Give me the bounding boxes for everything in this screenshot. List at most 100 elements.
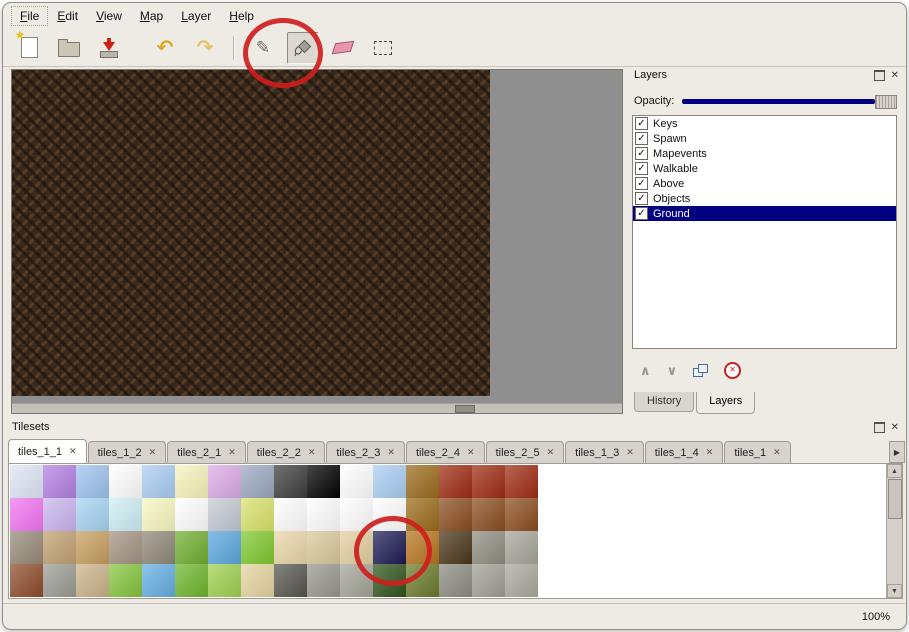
- tile-3-13[interactable]: [439, 564, 472, 597]
- tile-3-14[interactable]: [472, 564, 505, 597]
- tile-1-3[interactable]: [109, 498, 142, 531]
- tile-3-8[interactable]: [274, 564, 307, 597]
- tab-close-icon[interactable]: ✕: [228, 448, 236, 457]
- tileset-tab-tiles_1_4[interactable]: tiles_1_4✕: [645, 441, 724, 463]
- tile-3-10[interactable]: [340, 564, 373, 597]
- tile-3-5[interactable]: [175, 564, 208, 597]
- tile-1-11[interactable]: [373, 498, 406, 531]
- layer-visibility-checkbox[interactable]: ✓: [635, 117, 648, 130]
- tileset-tab-tiles_1_2[interactable]: tiles_1_2✕: [88, 441, 167, 463]
- tile-0-1[interactable]: [43, 465, 76, 498]
- tile-1-6[interactable]: [208, 498, 241, 531]
- layer-visibility-checkbox[interactable]: ✓: [635, 132, 648, 145]
- layer-row-mapevents[interactable]: ✓Mapevents: [633, 146, 896, 161]
- layer-row-above[interactable]: ✓Above: [633, 176, 896, 191]
- tileset-tab-tiles_2_4[interactable]: tiles_2_4✕: [406, 441, 485, 463]
- tile-3-15[interactable]: [505, 564, 538, 597]
- float-panel-icon[interactable]: [874, 422, 885, 433]
- tileset-tab-tiles_2_1[interactable]: tiles_2_1✕: [167, 441, 246, 463]
- menu-map[interactable]: Map: [131, 6, 172, 26]
- tile-2-11[interactable]: [373, 531, 406, 564]
- layer-row-spawn[interactable]: ✓Spawn: [633, 131, 896, 146]
- tab-close-icon[interactable]: ✕: [69, 447, 77, 456]
- tileset-tab-tiles_2_5[interactable]: tiles_2_5✕: [486, 441, 565, 463]
- layer-visibility-checkbox[interactable]: ✓: [635, 207, 648, 220]
- tile-1-1[interactable]: [43, 498, 76, 531]
- tile-1-5[interactable]: [175, 498, 208, 531]
- tileset-tab-tiles_1_1[interactable]: tiles_1_1✕: [8, 439, 87, 463]
- tile-0-0[interactable]: [10, 465, 43, 498]
- menu-help[interactable]: Help: [220, 6, 263, 26]
- redo-button[interactable]: ↷: [189, 32, 221, 64]
- tab-close-icon[interactable]: ✕: [308, 448, 316, 457]
- tile-1-2[interactable]: [76, 498, 109, 531]
- tab-close-icon[interactable]: ✕: [467, 448, 475, 457]
- tile-2-7[interactable]: [241, 531, 274, 564]
- tile-2-5[interactable]: [175, 531, 208, 564]
- map-horizontal-scrollbar[interactable]: [12, 403, 622, 413]
- tile-3-0[interactable]: [10, 564, 43, 597]
- tile-0-10[interactable]: [340, 465, 373, 498]
- menu-view[interactable]: View: [87, 6, 131, 26]
- tile-1-12[interactable]: [406, 498, 439, 531]
- fill-tool-button[interactable]: [287, 32, 319, 64]
- close-panel-icon[interactable]: ✕: [891, 423, 899, 433]
- tile-2-4[interactable]: [142, 531, 175, 564]
- scrollbar-thumb[interactable]: [455, 405, 475, 413]
- tile-1-0[interactable]: [10, 498, 43, 531]
- eraser-tool-button[interactable]: [327, 32, 359, 64]
- tab-layers[interactable]: Layers: [696, 392, 755, 414]
- tileset-tab-tiles_2_3[interactable]: tiles_2_3✕: [326, 441, 405, 463]
- tile-0-5[interactable]: [175, 465, 208, 498]
- tile-2-15[interactable]: [505, 531, 538, 564]
- tile-2-6[interactable]: [208, 531, 241, 564]
- tile-3-2[interactable]: [76, 564, 109, 597]
- opacity-slider-handle[interactable]: [875, 95, 897, 109]
- tile-0-12[interactable]: [406, 465, 439, 498]
- tile-3-7[interactable]: [241, 564, 274, 597]
- tile-2-3[interactable]: [109, 531, 142, 564]
- tile-3-3[interactable]: [109, 564, 142, 597]
- new-file-button[interactable]: ★: [13, 32, 45, 64]
- layer-visibility-checkbox[interactable]: ✓: [635, 162, 648, 175]
- map-canvas[interactable]: [12, 70, 490, 396]
- close-panel-icon[interactable]: ✕: [891, 71, 899, 81]
- tile-3-9[interactable]: [307, 564, 340, 597]
- tab-scroll-right-button[interactable]: ▶: [889, 441, 905, 463]
- tileset-tab-tiles_1_3[interactable]: tiles_1_3✕: [565, 441, 644, 463]
- palette-vertical-scrollbar[interactable]: ▲ ▼: [886, 464, 902, 598]
- tile-0-14[interactable]: [472, 465, 505, 498]
- tileset-tab-tiles_2_2[interactable]: tiles_2_2✕: [247, 441, 326, 463]
- tile-3-6[interactable]: [208, 564, 241, 597]
- map-viewport[interactable]: [11, 69, 623, 414]
- tile-3-4[interactable]: [142, 564, 175, 597]
- select-tool-button[interactable]: [367, 32, 399, 64]
- undo-button[interactable]: ↶: [149, 32, 181, 64]
- tile-1-9[interactable]: [307, 498, 340, 531]
- tile-1-8[interactable]: [274, 498, 307, 531]
- tile-0-11[interactable]: [373, 465, 406, 498]
- tile-3-1[interactable]: [43, 564, 76, 597]
- tile-1-15[interactable]: [505, 498, 538, 531]
- tile-2-14[interactable]: [472, 531, 505, 564]
- save-button[interactable]: [93, 32, 125, 64]
- menu-edit[interactable]: Edit: [48, 6, 87, 26]
- scroll-down-button[interactable]: ▼: [887, 584, 902, 598]
- tile-1-10[interactable]: [340, 498, 373, 531]
- tile-2-9[interactable]: [307, 531, 340, 564]
- tab-close-icon[interactable]: ✕: [706, 448, 714, 457]
- layer-visibility-checkbox[interactable]: ✓: [635, 147, 648, 160]
- tab-close-icon[interactable]: ✕: [773, 448, 781, 457]
- tile-0-15[interactable]: [505, 465, 538, 498]
- float-panel-icon[interactable]: [874, 70, 885, 81]
- tile-1-4[interactable]: [142, 498, 175, 531]
- tab-close-icon[interactable]: ✕: [626, 448, 634, 457]
- tile-0-13[interactable]: [439, 465, 472, 498]
- tile-1-14[interactable]: [472, 498, 505, 531]
- lower-layer-button[interactable]: ∨: [667, 364, 678, 377]
- tile-0-7[interactable]: [241, 465, 274, 498]
- tile-2-8[interactable]: [274, 531, 307, 564]
- tab-history[interactable]: History: [634, 392, 694, 412]
- tileset-tab-tiles_1[interactable]: tiles_1✕: [724, 441, 790, 463]
- raise-layer-button[interactable]: ∧: [640, 364, 651, 377]
